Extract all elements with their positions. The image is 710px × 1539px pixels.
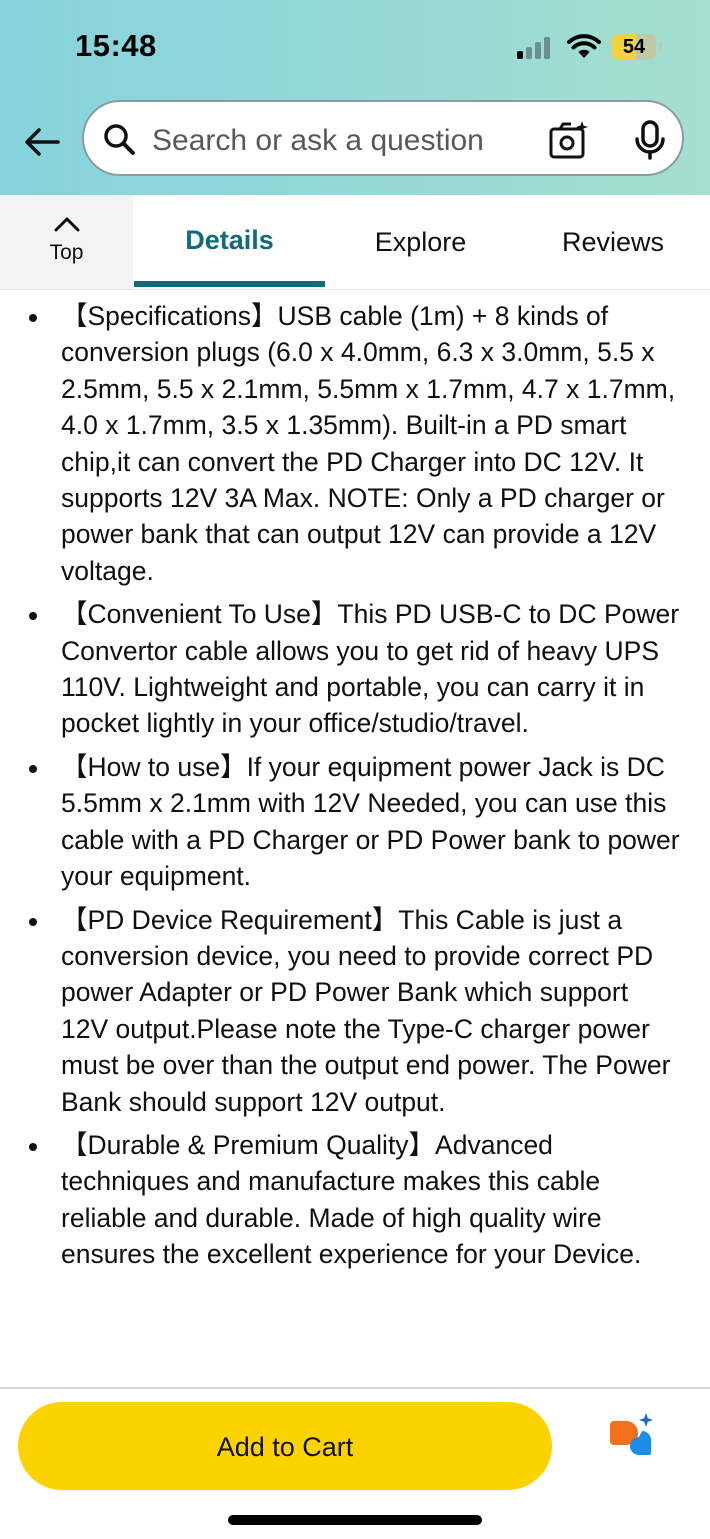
feature-bullet-list: 【Specifications】USB cable (1m) + 8 kinds… — [0, 298, 710, 1273]
battery-nub — [659, 42, 662, 52]
camera-icon[interactable] — [548, 120, 590, 160]
chevron-up-icon — [54, 217, 80, 232]
status-time: 15:48 — [75, 28, 157, 63]
feature-bullet-convenient: 【Convenient To Use】This PD USB-C to DC P… — [0, 596, 710, 742]
feature-bullet-how-to-use: 【How to use】If your equipment power Jack… — [0, 749, 710, 895]
tab-bar: Top Details Explore Reviews — [0, 195, 710, 290]
add-to-cart-button[interactable]: Add to Cart — [18, 1402, 552, 1490]
assistant-icon[interactable] — [606, 1413, 662, 1457]
tab-explore[interactable]: Explore — [325, 195, 516, 289]
tab-reviews[interactable]: Reviews — [516, 195, 710, 289]
feature-bullet-durable: 【Durable & Premium Quality】Advanced tech… — [0, 1127, 710, 1273]
signal-bar — [544, 37, 550, 59]
cellular-signal-icon — [517, 37, 553, 59]
mic-icon[interactable] — [632, 119, 668, 161]
search-input[interactable]: Search or ask a question — [152, 124, 484, 158]
search-bar[interactable]: Search or ask a question — [82, 100, 684, 176]
battery-icon: 54 — [612, 34, 656, 60]
signal-bar — [535, 42, 541, 59]
product-details: 【Specifications】USB cable (1m) + 8 kinds… — [0, 298, 710, 1280]
battery-percent: 54 — [622, 36, 646, 58]
search-icon — [104, 124, 135, 155]
tab-details[interactable]: Details — [134, 195, 325, 289]
top-label: Top — [49, 241, 84, 264]
home-indicator — [228, 1515, 482, 1525]
feature-bullet-device-requirement: 【PD Device Requirement】This Cable is jus… — [0, 902, 710, 1120]
active-tab-indicator — [134, 281, 325, 287]
feature-bullet-specifications: 【Specifications】USB cable (1m) + 8 kinds… — [0, 298, 710, 589]
back-arrow-icon[interactable] — [22, 122, 62, 162]
app-header: 15:48 54 Search or ask a question — [0, 0, 710, 195]
wifi-icon — [567, 34, 601, 58]
signal-bar — [517, 51, 523, 59]
signal-bar — [526, 47, 532, 59]
bottom-action-bar: Add to Cart — [0, 1387, 710, 1539]
back-to-top-button[interactable]: Top — [0, 195, 133, 289]
